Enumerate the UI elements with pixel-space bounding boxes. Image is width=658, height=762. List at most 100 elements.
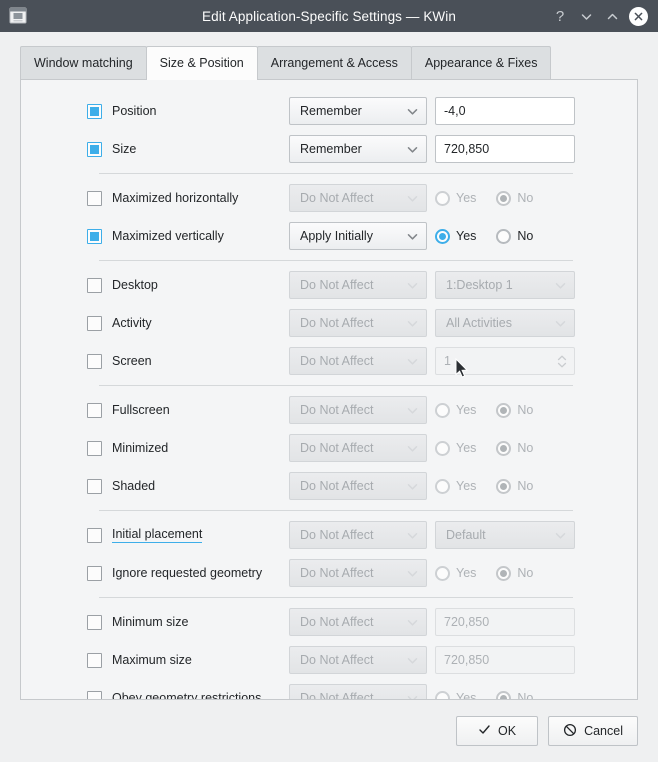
checkbox-initial-placement[interactable]: Initial placement <box>87 527 203 543</box>
ok-button[interactable]: OK <box>456 716 539 746</box>
minimize-button[interactable] <box>574 4 598 28</box>
tab-arrangement-access[interactable]: Arrangement & Access <box>256 46 412 80</box>
radio-no-indicator[interactable] <box>496 690 512 699</box>
checkbox-box[interactable] <box>87 277 102 293</box>
policy-select-maximized-vertically[interactable]: Apply Initially <box>289 222 427 250</box>
checkbox-box[interactable] <box>87 440 102 456</box>
checkbox-maximum-size[interactable]: Maximum size <box>87 652 192 668</box>
checkbox-screen[interactable]: Screen <box>87 353 152 369</box>
checkbox-size[interactable]: Size <box>87 141 136 157</box>
checkbox-box[interactable] <box>87 478 102 494</box>
value-select-activity[interactable]: All Activities <box>435 309 575 337</box>
help-button[interactable]: ? <box>548 4 572 28</box>
policy-select-screen[interactable]: Do Not Affect <box>289 347 427 375</box>
close-button[interactable] <box>626 4 650 28</box>
checkbox-box[interactable] <box>87 190 102 206</box>
policy-select-desktop[interactable]: Do Not Affect <box>289 271 427 299</box>
radio-yes-fullscreen[interactable]: Yes <box>435 402 476 418</box>
checkbox-box[interactable] <box>87 690 102 699</box>
policy-select-obey-geometry-restrictions[interactable]: Do Not Affect <box>289 684 427 699</box>
checkbox-box[interactable] <box>87 402 102 418</box>
radio-no-indicator[interactable] <box>496 440 512 456</box>
radio-no-maximized-vertically[interactable]: No <box>496 228 533 244</box>
value-input-maximum-size[interactable]: 720,850 <box>435 646 575 674</box>
radio-yes-maximized-vertically[interactable]: Yes <box>435 228 476 244</box>
checkbox-fullscreen[interactable]: Fullscreen <box>87 402 170 418</box>
checkbox-box[interactable] <box>87 527 102 543</box>
radio-no-indicator[interactable] <box>496 228 512 244</box>
radio-no-maximized-horizontally[interactable]: No <box>496 190 533 206</box>
radio-yes-indicator[interactable] <box>435 440 450 456</box>
radio-yes-indicator[interactable] <box>435 402 450 418</box>
setting-row-maximized-vertically: Maximized vertically Apply Initially Yes No <box>21 217 637 255</box>
radio-yes-minimized[interactable]: Yes <box>435 440 476 456</box>
policy-select-position[interactable]: Remember <box>289 97 427 125</box>
checkbox-obey-geometry-restrictions[interactable]: Obey geometry restrictions <box>87 690 261 699</box>
checkbox-shaded[interactable]: Shaded <box>87 478 155 494</box>
radio-yes-shaded[interactable]: Yes <box>435 478 476 494</box>
policy-select-maximized-horizontally[interactable]: Do Not Affect <box>289 184 427 212</box>
value-input-size[interactable]: 720,850 <box>435 135 575 163</box>
policy-select-minimum-size[interactable]: Do Not Affect <box>289 608 427 636</box>
radio-yes-maximized-horizontally[interactable]: Yes <box>435 190 476 206</box>
radio-no-ignore-requested-geometry[interactable]: No <box>496 565 533 581</box>
radio-yes-obey-geometry-restrictions[interactable]: Yes <box>435 690 476 699</box>
checkbox-desktop[interactable]: Desktop <box>87 277 158 293</box>
radio-no-indicator[interactable] <box>496 190 512 206</box>
checkbox-ignore-requested-geometry[interactable]: Ignore requested geometry <box>87 565 262 581</box>
checkbox-box[interactable] <box>87 228 102 244</box>
radio-no-obey-geometry-restrictions[interactable]: No <box>496 690 533 699</box>
policy-select-fullscreen[interactable]: Do Not Affect <box>289 396 427 424</box>
radio-no-indicator[interactable] <box>496 402 512 418</box>
title-bar: Edit Application-Specific Settings — KWi… <box>0 0 658 32</box>
policy-select-initial-placement[interactable]: Do Not Affect <box>289 521 427 549</box>
radio-yes-indicator[interactable] <box>435 228 450 244</box>
cancel-button[interactable]: Cancel <box>548 716 638 746</box>
policy-select-maximum-size[interactable]: Do Not Affect <box>289 646 427 674</box>
tab-appearance-fixes[interactable]: Appearance & Fixes <box>410 46 552 80</box>
setting-row-shaded: Shaded Do Not Affect Yes No <box>21 467 637 505</box>
radio-yes-ignore-requested-geometry[interactable]: Yes <box>435 565 477 581</box>
radio-yes-indicator[interactable] <box>435 690 450 699</box>
checkbox-box[interactable] <box>87 103 102 119</box>
policy-wrap-fullscreen: Do Not Affect <box>289 396 427 424</box>
value-wrap-minimum-size: 720,850 <box>435 608 575 636</box>
radio-no-indicator[interactable] <box>496 478 512 494</box>
checkbox-box[interactable] <box>87 652 102 668</box>
radio-yes-indicator[interactable] <box>435 190 450 206</box>
value-select-desktop[interactable]: 1:Desktop 1 <box>435 271 575 299</box>
checkbox-box[interactable] <box>87 353 102 369</box>
value-input-position[interactable]: -4,0 <box>435 97 575 125</box>
policy-wrap-maximized-horizontally: Do Not Affect <box>289 184 427 212</box>
tab-size-position[interactable]: Size & Position <box>145 46 258 80</box>
checkbox-box[interactable] <box>87 141 102 157</box>
checkbox-box[interactable] <box>87 315 102 331</box>
checkbox-minimized[interactable]: Minimized <box>87 440 168 456</box>
checkbox-activity[interactable]: Activity <box>87 315 152 331</box>
maximize-button[interactable] <box>600 4 624 28</box>
checkbox-position[interactable]: Position <box>87 103 156 119</box>
value-select-initial-placement[interactable]: Default <box>435 521 575 549</box>
policy-select-shaded[interactable]: Do Not Affect <box>289 472 427 500</box>
checkbox-maximized-horizontally[interactable]: Maximized horizontally <box>87 190 238 206</box>
radio-yes-label: Yes <box>456 566 477 580</box>
tab-window-matching[interactable]: Window matching <box>20 46 147 80</box>
policy-select-size[interactable]: Remember <box>289 135 427 163</box>
value-radios-maximized-horizontally: Yes No <box>435 184 575 212</box>
checkbox-maximized-vertically[interactable]: Maximized vertically <box>87 228 224 244</box>
radio-no-fullscreen[interactable]: No <box>496 402 533 418</box>
checkbox-minimum-size[interactable]: Minimum size <box>87 614 188 630</box>
radio-no-minimized[interactable]: No <box>496 440 533 456</box>
value-spinbox-screen[interactable]: 1 <box>435 347 575 375</box>
checkbox-box[interactable] <box>87 614 102 630</box>
radio-yes-indicator[interactable] <box>435 478 450 494</box>
radio-no-indicator[interactable] <box>496 565 512 581</box>
policy-select-value: Do Not Affect <box>300 191 374 205</box>
checkbox-box[interactable] <box>87 565 102 581</box>
policy-select-minimized[interactable]: Do Not Affect <box>289 434 427 462</box>
value-input-minimum-size[interactable]: 720,850 <box>435 608 575 636</box>
radio-yes-indicator[interactable] <box>435 565 450 581</box>
policy-select-ignore-requested-geometry[interactable]: Do Not Affect <box>289 559 427 587</box>
radio-no-shaded[interactable]: No <box>496 478 533 494</box>
policy-select-activity[interactable]: Do Not Affect <box>289 309 427 337</box>
